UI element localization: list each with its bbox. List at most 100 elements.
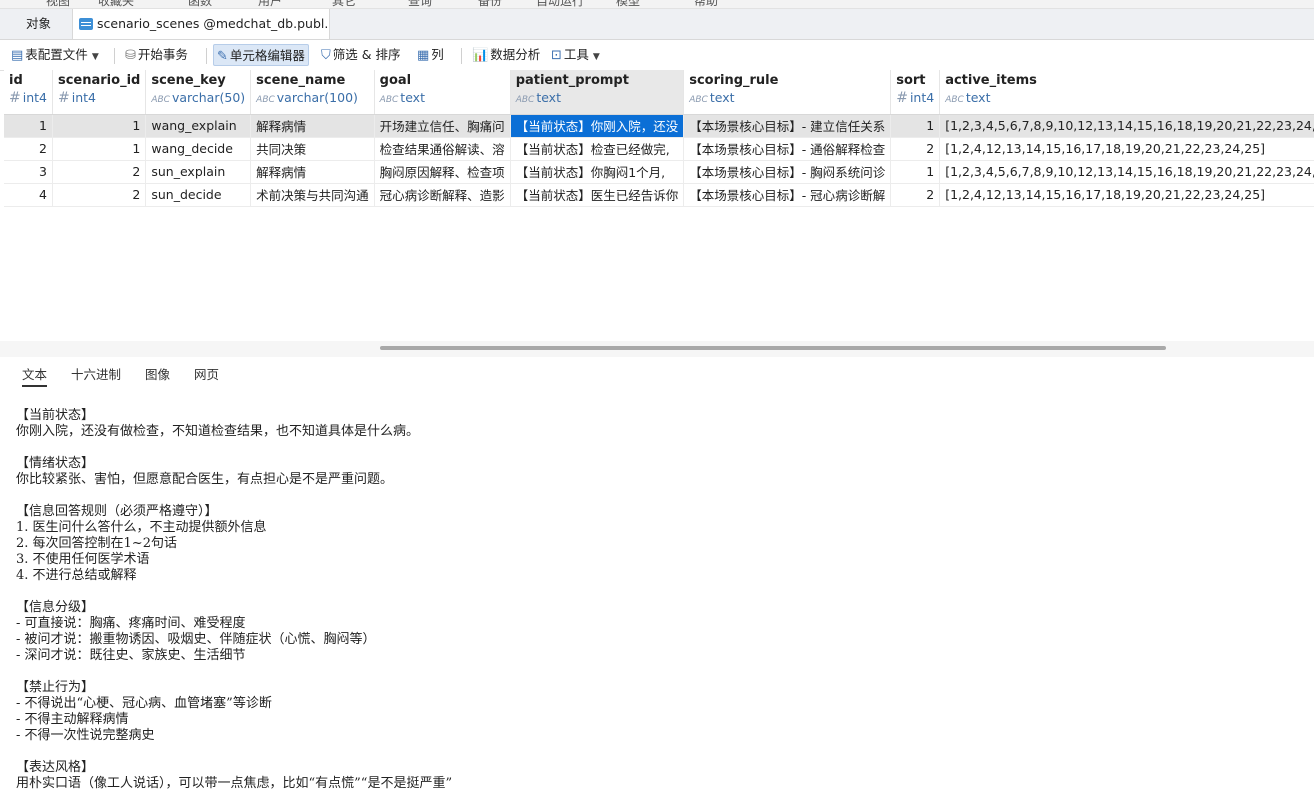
columns-button[interactable]: ▦ 列 xyxy=(414,44,447,66)
tab-table-scenario-scenes[interactable]: scenario_scenes @medchat_db.publ... xyxy=(72,9,330,39)
column-header-patient-prompt[interactable]: patient_prompt ABC text xyxy=(510,70,685,115)
table-cell-scoring-rule[interactable]: 【本场景核心目标】- 胸闷系统问诊 xyxy=(683,160,892,184)
table-cell-scenario-id[interactable]: 2 xyxy=(52,183,147,207)
tools-button[interactable]: ⊡ 工具 ▼ xyxy=(548,44,603,66)
table-cell-active-items[interactable]: [1,2,3,4,5,6,7,8,9,10,12,13,14,15,16,18,… xyxy=(939,114,1314,138)
table-cell-goal[interactable]: 胸闷原因解释、检查项 xyxy=(374,160,511,184)
number-type-icon: # xyxy=(896,90,908,106)
toolbar-divider xyxy=(114,48,115,64)
table-cell-id[interactable]: 3 xyxy=(4,160,53,184)
column-header-scene-key[interactable]: scene_key ABC varchar(50) xyxy=(145,70,252,115)
menu-item-query[interactable]: 查询 xyxy=(408,0,432,8)
column-header-scene-name[interactable]: scene_name ABC varchar(100) xyxy=(250,70,375,115)
menu-item-backup[interactable]: 备份 xyxy=(478,0,502,8)
number-type-icon: # xyxy=(9,90,21,106)
table-profile-button[interactable]: ▤ 表配置文件 ▼ xyxy=(8,44,102,66)
table-cell-scene-name[interactable]: 解释病情 xyxy=(250,160,375,184)
table-cell-id[interactable]: 2 xyxy=(4,137,53,161)
table-row[interactable]: 1 1 wang_explain 解释病情 开场建立信任、胸痛问 【当前状态】你刚入院，还… xyxy=(4,114,1314,138)
column-type: # int4 xyxy=(9,90,47,106)
table-cell-goal[interactable]: 开场建立信任、胸痛问 xyxy=(374,114,511,138)
table-cell-sort[interactable]: 1 xyxy=(890,160,941,184)
table-cell-active-items[interactable]: [1,2,3,4,5,6,7,8,9,10,12,13,14,15,16,18,… xyxy=(939,160,1314,184)
table-cell-patient-prompt[interactable]: 【当前状态】你胸闷1个月, xyxy=(510,160,685,184)
table-row[interactable]: 3 2 sun_explain 解释病情 胸闷原因解释、检查项 【当前状态】你胸闷1个月,… xyxy=(4,160,1314,184)
column-name: scoring_rule xyxy=(689,73,779,88)
toolbar-divider xyxy=(461,48,462,64)
table-cell-patient-prompt[interactable]: 【当前状态】检查已经做完, xyxy=(510,137,685,161)
column-type: ABC text xyxy=(515,90,561,105)
table-cell-scene-name[interactable]: 共同决策 xyxy=(250,137,375,161)
table-cell-scene-key[interactable]: wang_explain xyxy=(145,114,252,138)
table-cell-scenario-id[interactable]: 2 xyxy=(52,160,147,184)
menu-item-view[interactable]: 视图 xyxy=(46,0,70,8)
menu-item-model[interactable]: 模型 xyxy=(616,0,640,8)
table-row[interactable]: 4 2 sun_decide 术前决策与共同沟通 冠心病诊断解释、造影 【当前状态】医生已… xyxy=(4,183,1314,207)
table-cell-scenario-id[interactable]: 1 xyxy=(52,114,147,138)
table-cell-scoring-rule[interactable]: 【本场景核心目标】- 冠心病诊断解 xyxy=(683,183,892,207)
column-header-active-items[interactable]: active_items ABC text xyxy=(939,70,1314,115)
filter-sort-button[interactable]: ⛉ 筛选 & 排序 xyxy=(318,44,403,66)
begin-transaction-button[interactable]: ⛁ 开始事务 xyxy=(122,44,191,66)
data-analysis-button[interactable]: 📊 数据分析 xyxy=(469,44,543,66)
menu-item-help[interactable]: 帮助 xyxy=(694,0,718,8)
column-header-scoring-rule[interactable]: scoring_rule ABC text xyxy=(683,70,892,115)
table-cell-goal[interactable]: 冠心病诊断解释、造影 xyxy=(374,183,511,207)
tab-hex[interactable]: 十六进制 xyxy=(71,364,121,383)
column-header-id[interactable]: id # int4 xyxy=(4,70,53,115)
chevron-down-icon: ▼ xyxy=(592,52,600,62)
tab-web[interactable]: 网页 xyxy=(194,364,219,383)
table-cell-id[interactable]: 1 xyxy=(4,114,53,138)
column-type: ABC text xyxy=(379,90,425,105)
table-cell-scene-key[interactable]: wang_decide xyxy=(145,137,252,161)
table-cell-patient-prompt[interactable]: 【当前状态】医生已经告诉你 xyxy=(510,183,685,207)
data-grid[interactable]: id # int4 scenario_id # int4 scene_key ABC varch… xyxy=(4,70,1314,340)
table-cell-goal[interactable]: 检查结果通俗解读、溶 xyxy=(374,137,511,161)
cell-editor-button[interactable]: ✎ 单元格编辑器 xyxy=(213,44,309,66)
tab-text[interactable]: 文本 xyxy=(22,364,48,387)
column-name: sort xyxy=(896,73,926,88)
toolbar-divider xyxy=(206,48,207,64)
table-cell-scene-name[interactable]: 解释病情 xyxy=(250,114,375,138)
table-cell-active-items[interactable]: [1,2,4,12,13,14,15,16,17,18,19,20,21,22,… xyxy=(939,137,1314,161)
chevron-down-icon: ▼ xyxy=(91,52,99,62)
table-cell-id[interactable]: 4 xyxy=(4,183,53,207)
table-cell-scene-name[interactable]: 术前决策与共同沟通 xyxy=(250,183,375,207)
column-type: ABC text xyxy=(945,90,991,105)
tab-bar: 对象 scenario_scenes @medchat_db.publ... xyxy=(0,9,1314,40)
tab-title: scenario_scenes @medchat_db.publ... xyxy=(97,16,330,31)
table-cell-sort[interactable]: 1 xyxy=(890,114,941,138)
column-name: goal xyxy=(379,73,412,88)
cell-text-viewer[interactable]: 【当前状态】 你刚入院，还没有做检查，不知道检查结果，也不知道具体是什么病。 【… xyxy=(16,408,1296,798)
column-header-sort[interactable]: sort # int4 xyxy=(890,70,941,115)
table-cell-patient-prompt[interactable]: 【当前状态】你刚入院，还没 xyxy=(510,114,685,138)
table-cell-scoring-rule[interactable]: 【本场景核心目标】- 通俗解释检查 xyxy=(683,137,892,161)
table-cell-sort[interactable]: 2 xyxy=(890,137,941,161)
tab-objects[interactable]: 对象 xyxy=(26,9,51,39)
column-name: active_items xyxy=(945,73,1037,88)
table-cell-scene-key[interactable]: sun_decide xyxy=(145,183,252,207)
table-cell-sort[interactable]: 2 xyxy=(890,183,941,207)
table-row[interactable]: 2 1 wang_decide 共同决策 检查结果通俗解读、溶 【当前状态】检查已经做完,… xyxy=(4,137,1314,161)
table-cell-scoring-rule[interactable]: 【本场景核心目标】- 建立信任关系 xyxy=(683,114,892,138)
tab-image[interactable]: 图像 xyxy=(145,364,170,383)
table-cell-active-items[interactable]: [1,2,4,12,13,14,15,16,17,18,19,20,21,22,… xyxy=(939,183,1314,207)
column-type: ABC varchar(100) xyxy=(256,90,358,105)
toolbox-icon: ⊡ xyxy=(551,48,562,63)
horizontal-scrollbar[interactable] xyxy=(380,346,1166,350)
menu-item-favorites[interactable]: 收藏夹 xyxy=(98,0,134,8)
column-name: patient_prompt xyxy=(515,73,629,88)
filter-icon: ⛉ xyxy=(321,48,331,63)
menu-item-users[interactable]: 用户 xyxy=(258,0,282,8)
column-header-goal[interactable]: goal ABC text xyxy=(374,70,511,115)
menu-item-other[interactable]: 其它 xyxy=(332,0,356,8)
menu-item-automation[interactable]: 自动运行 xyxy=(536,0,584,8)
chart-icon: 📊 xyxy=(472,48,489,63)
table-cell-scenario-id[interactable]: 1 xyxy=(52,137,147,161)
column-type: ABC text xyxy=(689,90,735,105)
database-icon: ⛁ xyxy=(125,48,136,63)
text-type-icon: ABC xyxy=(379,95,399,105)
menu-item-functions[interactable]: 函数 xyxy=(188,0,212,8)
table-cell-scene-key[interactable]: sun_explain xyxy=(145,160,252,184)
column-header-scenario-id[interactable]: scenario_id # int4 xyxy=(52,70,147,115)
